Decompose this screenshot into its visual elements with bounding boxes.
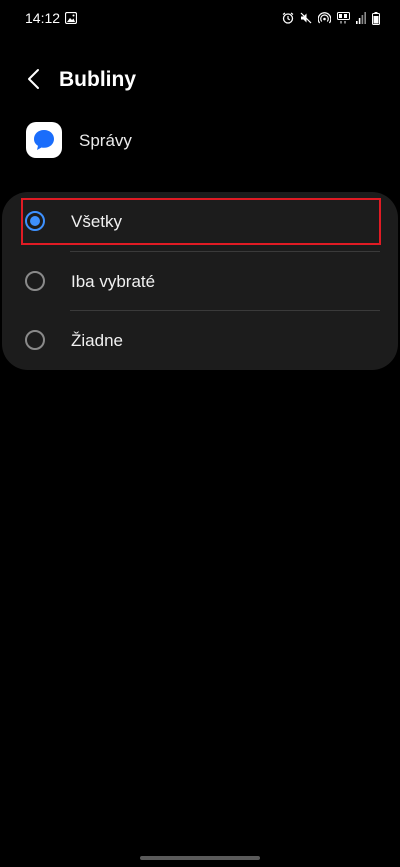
option-label: Iba vybraté <box>71 272 156 291</box>
option-label: Všetky <box>71 212 123 231</box>
radio-unselected[interactable] <box>25 330 45 350</box>
mute-icon <box>300 12 312 24</box>
app-name: Správy <box>79 131 132 150</box>
battery-icon <box>372 11 380 25</box>
data-icon <box>337 12 350 24</box>
bubble-options-card: Všetky Iba vybraté Žiadne <box>2 192 398 370</box>
back-button[interactable] <box>18 66 48 96</box>
alarm-icon <box>282 12 294 24</box>
image-icon <box>64 11 78 25</box>
option-selected-only[interactable]: Iba vybraté <box>2 252 398 311</box>
messages-app-icon <box>26 122 62 158</box>
app-info-row: Správy <box>0 120 400 164</box>
option-all[interactable]: Všetky <box>2 192 398 251</box>
status-bar: 14:12 <box>0 0 400 36</box>
hotspot-icon <box>318 12 331 24</box>
radio-selected[interactable] <box>25 211 45 231</box>
status-icons <box>282 10 380 26</box>
status-time: 14:12 <box>25 10 61 26</box>
app-bar: Bubliny <box>0 56 400 106</box>
signal-icon <box>356 12 366 24</box>
gesture-nav-handle[interactable] <box>140 856 260 860</box>
option-none[interactable]: Žiadne <box>2 311 398 370</box>
radio-unselected[interactable] <box>25 271 45 291</box>
page-title: Bubliny <box>59 68 136 91</box>
option-label: Žiadne <box>71 331 123 350</box>
back-arrow-icon <box>26 68 40 95</box>
